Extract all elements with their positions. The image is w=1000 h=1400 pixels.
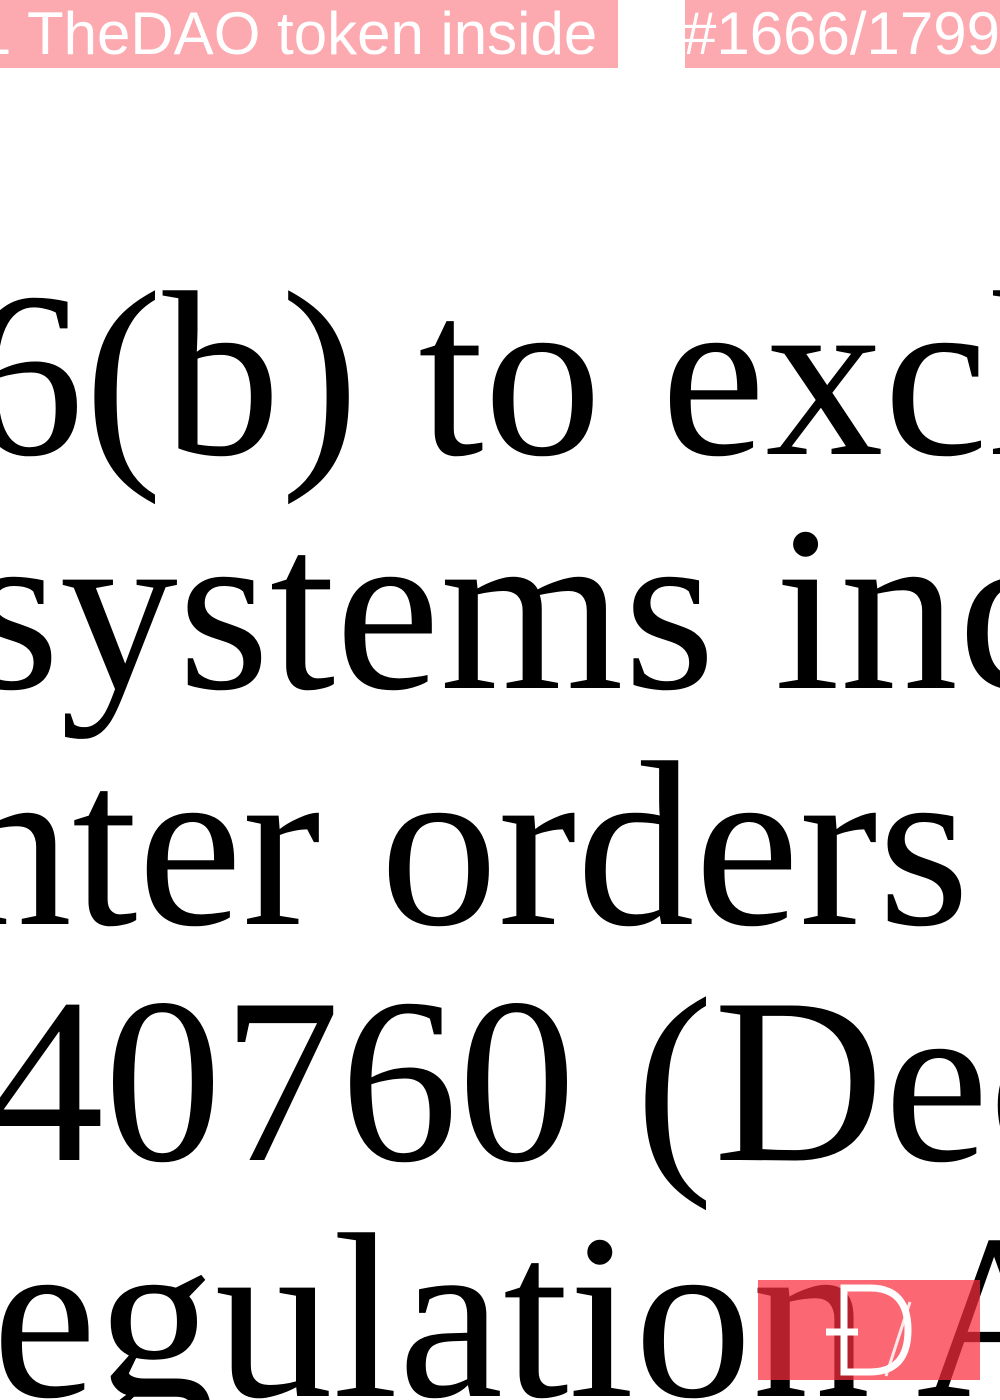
- document-text-line-1: 6(b) to exclu: [0, 245, 1000, 506]
- token-count-banner: 1 TheDAO token inside: [0, 0, 618, 68]
- document-text-line-4: 40760 (Dec: [0, 951, 1000, 1212]
- thedao-logo-icon: [826, 1284, 912, 1377]
- token-number-banner: #1666/1799: [685, 0, 1000, 68]
- document-text-line-3: nter orders fo: [0, 715, 1000, 976]
- thedao-logo: [758, 1280, 980, 1380]
- document-text-line-2: systems incl: [0, 479, 1000, 740]
- page: 1 TheDAO token inside #1666/1799 6(b) to…: [0, 0, 1000, 1400]
